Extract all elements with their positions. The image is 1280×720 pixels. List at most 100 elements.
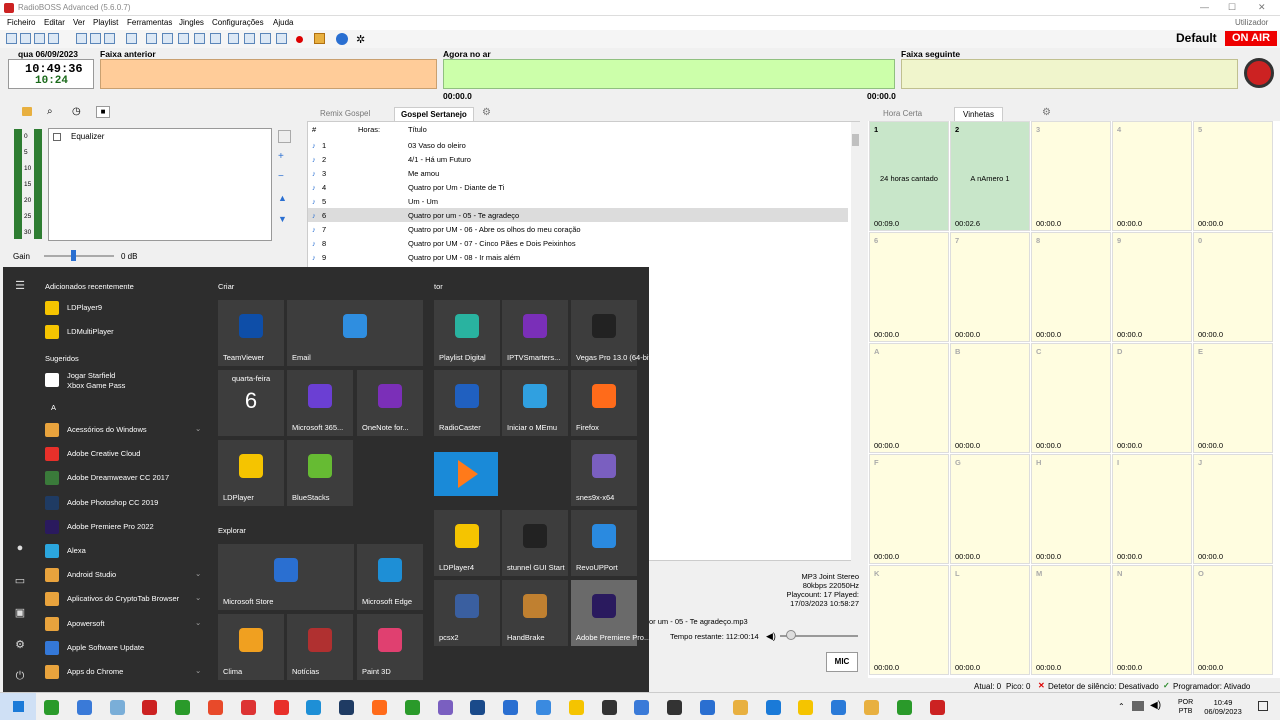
settings-icon[interactable]: ✲: [356, 33, 365, 46]
taskbar-app-icon[interactable]: [864, 700, 879, 715]
jingle-cell[interactable]: J 00:00.0: [1193, 454, 1273, 564]
move-up-icon[interactable]: [228, 33, 239, 44]
start-tile[interactable]: Vegas Pro 13.0 (64-bit): [571, 300, 653, 366]
new-icon[interactable]: [6, 33, 17, 44]
search-tab-icon[interactable]: ⌕: [47, 106, 53, 117]
menu-configuracoes[interactable]: Configurações: [212, 18, 264, 27]
app-list-item[interactable]: Apple Software Update: [45, 639, 205, 659]
start-tile[interactable]: Notícias: [287, 614, 353, 680]
start-tile[interactable]: HandBrake: [502, 580, 568, 646]
app-list-item[interactable]: Aplicativos do CryptoTab Browser ⌄: [45, 590, 205, 610]
start-tile[interactable]: Microsoft Edge: [357, 544, 423, 610]
jingle-cell[interactable]: I 00:00.0: [1112, 454, 1192, 564]
taskbar-app-icon[interactable]: [601, 700, 617, 715]
menu-editar[interactable]: Editar: [44, 18, 65, 27]
start-tile[interactable]: Paint 3D: [357, 614, 423, 680]
taskbar-filezilla-icon[interactable]: [240, 700, 256, 715]
volume-thumb[interactable]: [786, 630, 796, 640]
start-tile[interactable]: LDPlayer: [218, 440, 284, 506]
jingle-cell[interactable]: O 00:00.0: [1193, 565, 1273, 675]
start-tile[interactable]: stunnel GUI Start: [502, 510, 568, 576]
taskbar-app-icon[interactable]: [667, 700, 683, 715]
minimize-icon[interactable]: —: [1200, 2, 1209, 12]
start-tile[interactable]: Playlist Digital: [434, 300, 500, 366]
jingle-cell[interactable]: K 00:00.0: [869, 565, 949, 675]
playlist-scrollbar[interactable]: [851, 122, 860, 562]
taskbar-app-icon[interactable]: [470, 700, 486, 715]
app-list-item[interactable]: Adobe Dreamweaver CC 2017: [45, 469, 205, 489]
copy-icon[interactable]: [90, 33, 101, 44]
jingle-cell[interactable]: A 00:00.0: [869, 343, 949, 453]
taskbar-app-icon[interactable]: [142, 700, 158, 715]
taskbar-mail-icon[interactable]: [765, 700, 781, 715]
playlist-row[interactable]: ♪ 2 4/1 - Há um Futuro: [308, 152, 848, 166]
start-tile[interactable]: OneNote for...: [357, 370, 423, 436]
jingle-cell[interactable]: 3 00:00.0: [1031, 121, 1111, 231]
jingle-cell[interactable]: 8 00:00.0: [1031, 232, 1111, 342]
speaker-icon[interactable]: ◀): [1150, 700, 1161, 711]
jingle-cell[interactable]: N 00:00.0: [1112, 565, 1192, 675]
start-tile[interactable]: Clima: [218, 614, 284, 680]
jingle-cell[interactable]: 5 00:00.0: [1193, 121, 1273, 231]
start-tile[interactable]: pcsx2: [434, 580, 500, 646]
tab-remix-gospel[interactable]: Remix Gospel: [320, 109, 370, 118]
menu-ficheiro[interactable]: Ficheiro: [7, 18, 35, 27]
app-list-item[interactable]: Alexa: [45, 542, 205, 562]
taskbar-app-icon[interactable]: [76, 700, 92, 715]
jingle-cell[interactable]: 2 A nAmero 1 00:02.6: [950, 121, 1030, 231]
menu-ver[interactable]: Ver: [73, 18, 85, 27]
taskbar-whatsapp-icon[interactable]: [896, 700, 912, 715]
hamburger-icon[interactable]: ☰: [13, 279, 27, 293]
layout2-icon[interactable]: [162, 33, 173, 44]
undo-icon[interactable]: [126, 33, 137, 44]
start-tile[interactable]: Adobe Premiere Pro...: [571, 580, 650, 646]
jingle-cell[interactable]: H 00:00.0: [1031, 454, 1111, 564]
app-list-item[interactable]: Adobe Creative Cloud: [45, 445, 205, 465]
start-tile[interactable]: Iniciar o MEmu: [502, 370, 568, 436]
layout3-icon[interactable]: [178, 33, 189, 44]
start-tile[interactable]: Microsoft Store: [218, 544, 354, 610]
layout1-icon[interactable]: [146, 33, 157, 44]
jingle-cell[interactable]: D 00:00.0: [1112, 343, 1192, 453]
close-icon[interactable]: ✕: [1258, 2, 1266, 13]
start-tile[interactable]: RadioCaster: [434, 370, 500, 436]
shuffle-icon[interactable]: [276, 33, 287, 44]
save-icon[interactable]: [34, 33, 45, 44]
remove-icon[interactable]: −: [278, 171, 284, 182]
volume-icon[interactable]: ◀): [766, 631, 776, 642]
jingle-cell[interactable]: 7 00:00.0: [950, 232, 1030, 342]
mixer-tab-icon[interactable]: ■: [96, 106, 110, 118]
app-list-item[interactable]: Acessórios do Windows ⌄: [45, 421, 205, 441]
menu-ajuda[interactable]: Ajuda: [273, 18, 293, 27]
start-tile[interactable]: RevoUPPort: [571, 510, 637, 576]
taskbar-app-icon[interactable]: [732, 700, 748, 715]
playlist-row[interactable]: ♪ 6 Quatro por um - 05 - Te agradeço: [308, 208, 848, 222]
jingle-cell[interactable]: F 00:00.0: [869, 454, 949, 564]
jingle-cell[interactable]: C 00:00.0: [1031, 343, 1111, 453]
playlist-row[interactable]: ♪ 3 Me amou: [308, 166, 848, 180]
taskbar-app-icon[interactable]: [536, 700, 551, 715]
tab-hora-certa[interactable]: Hora Certa: [883, 109, 922, 118]
jingle-cell[interactable]: 0 00:00.0: [1193, 232, 1273, 342]
jingle-cell[interactable]: 9 00:00.0: [1112, 232, 1192, 342]
tab-vinhetas[interactable]: Vinhetas: [954, 107, 1003, 121]
taskbar-ldplayer-icon[interactable]: [568, 700, 584, 715]
playlist-row[interactable]: ♪ 5 Um - Um: [308, 194, 848, 208]
tray-clock[interactable]: 10:49 06/09/2023: [1200, 698, 1246, 716]
add-grid-tab-icon[interactable]: ⚙: [1042, 107, 1051, 118]
gain-slider-thumb[interactable]: [71, 250, 76, 261]
open-icon[interactable]: [20, 33, 31, 44]
playlist-row[interactable]: ♪ 7 Quatro por UM - 06 - Abre os olhos do …: [308, 222, 848, 236]
taskbar-camtasia-icon[interactable]: [44, 700, 59, 715]
taskbar-radioboss-icon[interactable]: [929, 700, 945, 715]
start-button[interactable]: [0, 693, 36, 720]
jingle-cell[interactable]: 6 00:00.0: [869, 232, 949, 342]
start-tile[interactable]: IPTVSmarters...: [502, 300, 568, 366]
playlist-row[interactable]: ♪ 1 03 Vaso do oleiro: [308, 138, 848, 152]
taskbar-app-icon[interactable]: [798, 700, 814, 715]
taskbar-app-icon[interactable]: [273, 700, 289, 715]
taskbar-firefox-icon[interactable]: [372, 700, 387, 715]
mic-button[interactable]: MIC: [826, 652, 858, 672]
taskbar-app-icon[interactable]: [208, 700, 223, 715]
paste-icon[interactable]: [104, 33, 115, 44]
